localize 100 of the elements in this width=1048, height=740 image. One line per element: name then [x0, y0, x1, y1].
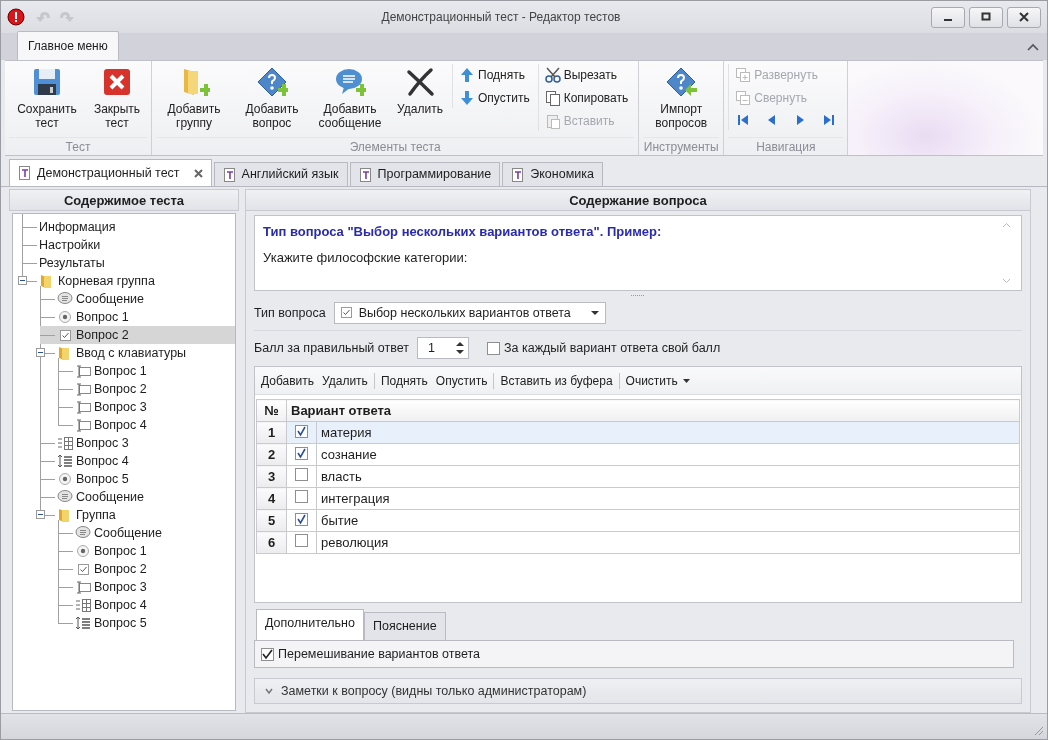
spin-arrows-icon [456, 341, 464, 355]
row-number: 5 [256, 509, 287, 532]
close-icon [1019, 12, 1029, 22]
answer-checkbox[interactable] [295, 467, 308, 481]
text-field-icon [75, 579, 91, 595]
arrow-down-icon [459, 89, 475, 106]
collapse-ribbon-icon[interactable] [1027, 43, 1039, 51]
ribbon-button[interactable]: Удалить [390, 64, 450, 118]
tree-item[interactable]: Вопрос 2 [40, 326, 235, 344]
delete-icon [404, 66, 436, 98]
paste-icon [544, 112, 561, 129]
toolbar-button[interactable]: Очистить [621, 369, 694, 392]
expand-all-icon [735, 66, 752, 83]
ribbon-group-label: Элементы теста [156, 137, 635, 155]
text-field-icon [75, 399, 91, 415]
speech-bubble-icon [57, 291, 73, 307]
ribbon-group-label: Тест [9, 137, 147, 155]
ribbon-button[interactable]: Опустить [457, 87, 532, 108]
text-field-icon [75, 417, 91, 433]
ribbon-tab[interactable]: Главное меню [17, 31, 119, 60]
sort-list-icon [57, 453, 73, 469]
save-icon [31, 66, 63, 98]
window-title: Демонстрационный тест - Редактор тестов [380, 9, 622, 26]
answer-checkbox[interactable] [295, 446, 308, 460]
tab[interactable]: Дополнительно [256, 609, 364, 640]
checkbox-icon [75, 561, 91, 577]
document-tab[interactable]: Английский язык [213, 162, 348, 186]
answer-checkbox[interactable] [295, 512, 308, 526]
grid-list-icon [75, 597, 91, 613]
per-variant-checkbox[interactable]: За каждый вариант ответа свой балл [487, 338, 721, 358]
toolbar-button[interactable]: Вставить из буфера [496, 369, 617, 392]
field-label: Тип вопроса [254, 304, 326, 322]
toolbar-button[interactable]: Опустить [431, 369, 492, 392]
panel-header: Содержимое теста [9, 189, 239, 211]
document-tab[interactable]: Демонстрационный тест [9, 159, 212, 186]
row-number: 2 [256, 443, 287, 466]
expand-icon[interactable] [36, 510, 45, 519]
ribbon-button[interactable]: Сохранить тест [9, 64, 85, 132]
ribbon-button[interactable]: Добавить группу [156, 64, 232, 132]
radio-icon [57, 309, 73, 325]
text-field-icon [75, 363, 91, 379]
toolbar-button[interactable]: Добавить [257, 369, 319, 392]
row-number: 3 [256, 465, 287, 488]
ribbon-button[interactable]: Вырезать [542, 64, 631, 85]
question-text: Укажите философские категории: [263, 248, 469, 267]
answer-checkbox[interactable] [295, 533, 308, 547]
minimize-icon [944, 19, 952, 21]
toolbar-button[interactable]: Удалить [318, 369, 372, 392]
question-heading: Тип вопроса "Выбор нескольких вариантов ответа". Пример: [263, 223, 663, 241]
notes-expander[interactable]: Заметки к вопросу (видны только администраторам) [254, 678, 1022, 704]
ribbon-button[interactable]: Закрыть тест [87, 64, 147, 132]
message-add-icon [334, 66, 366, 98]
checkbox-icon [57, 327, 73, 343]
column-header: Вариант ответа [286, 399, 1020, 422]
table-cell: власть [316, 465, 1020, 488]
answer-checkbox[interactable] [295, 424, 308, 438]
toolbar-button[interactable]: Поднять [376, 369, 432, 392]
table-cell: сознание [316, 443, 1020, 466]
expand-icon[interactable] [36, 348, 45, 357]
ribbon-button[interactable]: Добавить вопрос [234, 64, 310, 132]
score-spinner[interactable]: 1 [417, 337, 469, 359]
collapse-all-icon [735, 89, 752, 106]
minimize-button[interactable] [931, 6, 965, 28]
document-tab[interactable]: Экономика [502, 162, 603, 186]
scissors-icon [544, 66, 561, 83]
caret-icon [590, 311, 599, 315]
radio-icon [57, 471, 73, 487]
ribbon-button[interactable]: Поднять [457, 64, 532, 85]
ribbon-button[interactable]: Копировать [542, 87, 631, 108]
table-cell: революция [316, 531, 1020, 554]
splitter-grip-icon[interactable] [631, 293, 645, 297]
close-icon [101, 66, 133, 98]
document-icon [358, 167, 372, 182]
tab[interactable]: Пояснение [363, 612, 446, 640]
row-number: 6 [256, 531, 287, 554]
question-add-icon [256, 66, 288, 98]
ribbon-button[interactable]: Импорт вопросов [643, 64, 720, 132]
question-type-dropdown[interactable]: Выбор нескольких вариантов ответа [333, 302, 606, 324]
caret-icon [682, 379, 690, 384]
ribbon-button[interactable]: Добавить сообщение [312, 64, 388, 132]
row-number: 1 [256, 421, 287, 444]
column-header: № [256, 399, 287, 422]
app-icon[interactable] [7, 8, 25, 26]
check-icon [262, 648, 273, 660]
last-icon[interactable] [821, 113, 836, 127]
grid-list-icon [57, 435, 73, 451]
row-number: 4 [256, 487, 287, 510]
answer-checkbox[interactable] [295, 489, 308, 503]
arrow-up-icon [459, 66, 475, 83]
expand-icon[interactable] [18, 276, 27, 285]
radio-icon [75, 543, 91, 559]
document-tab[interactable]: Программирование [349, 162, 501, 186]
close-button[interactable] [1007, 6, 1041, 28]
resize-grip-icon[interactable] [1032, 724, 1044, 736]
field-label: Балл за правильный ответ [254, 339, 409, 357]
speech-bubble-icon [75, 525, 91, 541]
maximize-button[interactable] [969, 6, 1003, 28]
close-icon[interactable] [193, 168, 203, 178]
question-import-icon [665, 66, 698, 98]
sort-list-icon [75, 615, 91, 631]
